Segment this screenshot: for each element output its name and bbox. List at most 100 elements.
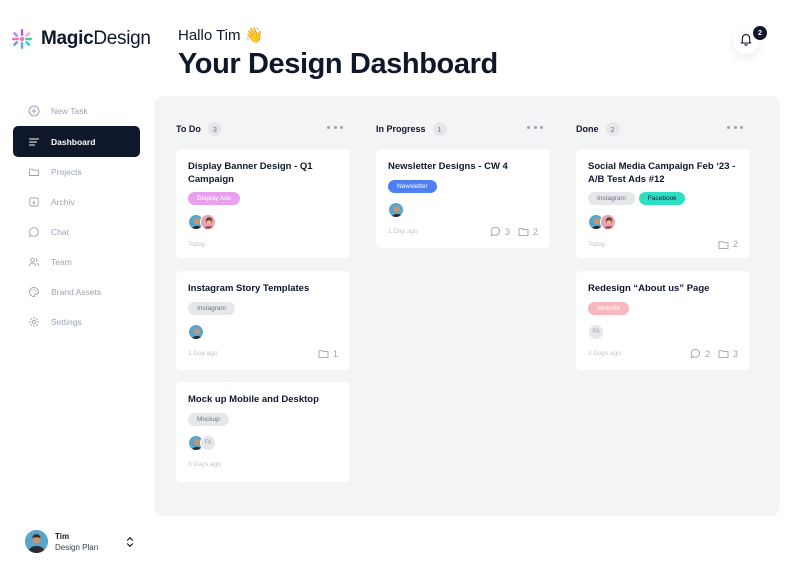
assignees: FA [188,434,338,451]
card-date: 1 Day ago [188,350,218,357]
assignees [188,214,338,230]
tag-instagram[interactable]: Instagram [588,192,635,205]
tag-display-ads[interactable]: Display Ads [188,192,240,205]
user-meta: Tim Design Plan [55,531,98,553]
tag-website[interactable]: Website [588,301,630,315]
task-card[interactable]: Newsletter Designs - CW 4 Newsletter 1 D… [376,149,550,248]
sidebar-item-team[interactable]: Team [13,247,140,277]
sidebar-item-chat[interactable]: Chat [13,217,140,247]
more-dots-icon[interactable] [527,126,543,130]
files-count: 2 [718,239,738,250]
logo[interactable]: MagicDesign [10,27,151,51]
sidebar-item-archiv[interactable]: Archiv [13,187,140,217]
avatar [188,323,204,340]
avatar [200,214,216,230]
sidebar-item-dashboard[interactable]: Dashboard [13,126,140,157]
palette-icon [28,286,40,298]
sidebar-item-label: Brand Assets [51,287,102,297]
card-date: Today [588,240,606,248]
card-title: Newsletter Designs - CW 4 [388,161,508,172]
column-count-badge: 1 [432,122,447,136]
sidebar-item-brand-assets[interactable]: Brand Assets [13,277,140,307]
more-dots-icon[interactable] [727,126,743,130]
assignees [588,214,738,230]
sidebar-nav: New Task Dashboard Projects Archiv Chat … [13,96,140,337]
card-date: 3 Days ago [188,461,221,468]
card-title: Mock up Mobile and Desktop [188,394,319,405]
user-plan: Design Plan [55,542,99,552]
column-header-todo: To Do 3 [176,122,222,136]
menu-lines-icon [28,136,40,148]
logo-icon [10,27,34,51]
card-date: Today [188,240,206,248]
chat-bubble-icon [28,226,40,238]
plus-circle-icon [28,105,40,117]
files-count: 2 [518,226,538,237]
card-title: Social Media Campaign Feb ‘23 - A/B Test… [588,161,736,185]
sidebar-item-label: Dashboard [51,136,96,147]
task-card[interactable]: Instagram Story Templates Instagram 1 Da… [176,271,350,370]
files-count: 3 [718,348,738,359]
avatar [600,214,616,230]
sidebar-item-label: Settings [51,317,82,327]
tag-newsletter[interactable]: Newsletter [388,179,437,193]
task-card[interactable]: Display Banner Design - Q1 Campaign Disp… [176,149,350,258]
files-count: 1 [318,348,338,359]
card-title: Instagram Story Templates [188,283,310,294]
column-count-badge: 3 [207,122,222,136]
team-icon [28,256,40,268]
tag-mockup[interactable]: Mockup [188,412,229,426]
sidebar-item-label: Team [51,257,72,267]
card-date: 3 Days ago [588,350,621,357]
sidebar-item-label: Chat [51,227,69,237]
user-profile[interactable]: Tim Design Plan [25,530,135,553]
sidebar-item-label: New Task [51,106,88,116]
column-title: To Do [176,124,201,134]
column-header-in-progress: In Progress 1 [376,122,447,136]
comments-count: 2 [690,348,710,359]
column-title: Done [576,124,599,134]
folder-icon [28,166,40,178]
chat-bubble-icon [690,348,700,359]
sidebar-item-label: Archiv [51,197,75,207]
card-title: Display Banner Design - Q1 Campaign [188,161,313,185]
avatar [388,201,404,218]
card-date: 1 Day ago [388,228,418,235]
greeting: Hallo Tim 👋 [178,27,264,44]
assignees: FA [588,323,738,340]
task-card[interactable]: Redesign “About us” Page Website FA 3 Da… [576,271,750,370]
task-card[interactable]: Social Media Campaign Feb ‘23 - A/B Test… [576,149,750,258]
more-dots-icon[interactable] [327,126,343,130]
folder-icon [718,240,729,249]
avatar [25,530,48,553]
user-name: Tim [55,531,70,541]
task-card[interactable]: Mock up Mobile and Desktop Mockup FA 3 D… [176,382,350,482]
tag-facebook[interactable]: Facebook [638,192,686,205]
column-count-badge: 2 [605,122,620,136]
card-title: Redesign “About us” Page [588,283,710,294]
assignees [188,323,338,340]
folder-icon [318,350,329,359]
bell-icon [739,32,753,51]
notification-badge: 2 [753,26,767,40]
avatar-initials: FA [588,323,604,340]
folder-icon [718,350,729,359]
archive-box-icon [28,196,40,208]
sidebar-item-projects[interactable]: Projects [13,157,140,187]
tag-instagram[interactable]: Instagram [188,301,235,315]
page-title: Your Design Dashboard [178,48,498,80]
sidebar-item-settings[interactable]: Settings [13,307,140,337]
column-header-done: Done 2 [576,122,620,136]
chat-bubble-icon [490,226,500,237]
brand-name: MagicDesign [41,28,151,49]
folder-icon [518,228,529,237]
app-window: MagicDesign New Task Dashboard Projects … [0,0,800,569]
assignees [388,201,538,218]
comments-count: 3 [490,226,510,237]
gear-icon [28,316,40,328]
column-title: In Progress [376,124,426,134]
chevron-up-down-icon[interactable] [125,535,135,549]
sidebar-item-label: Projects [51,167,82,177]
sidebar-item-new-task[interactable]: New Task [13,96,140,126]
avatar-initials: FA [200,434,216,451]
